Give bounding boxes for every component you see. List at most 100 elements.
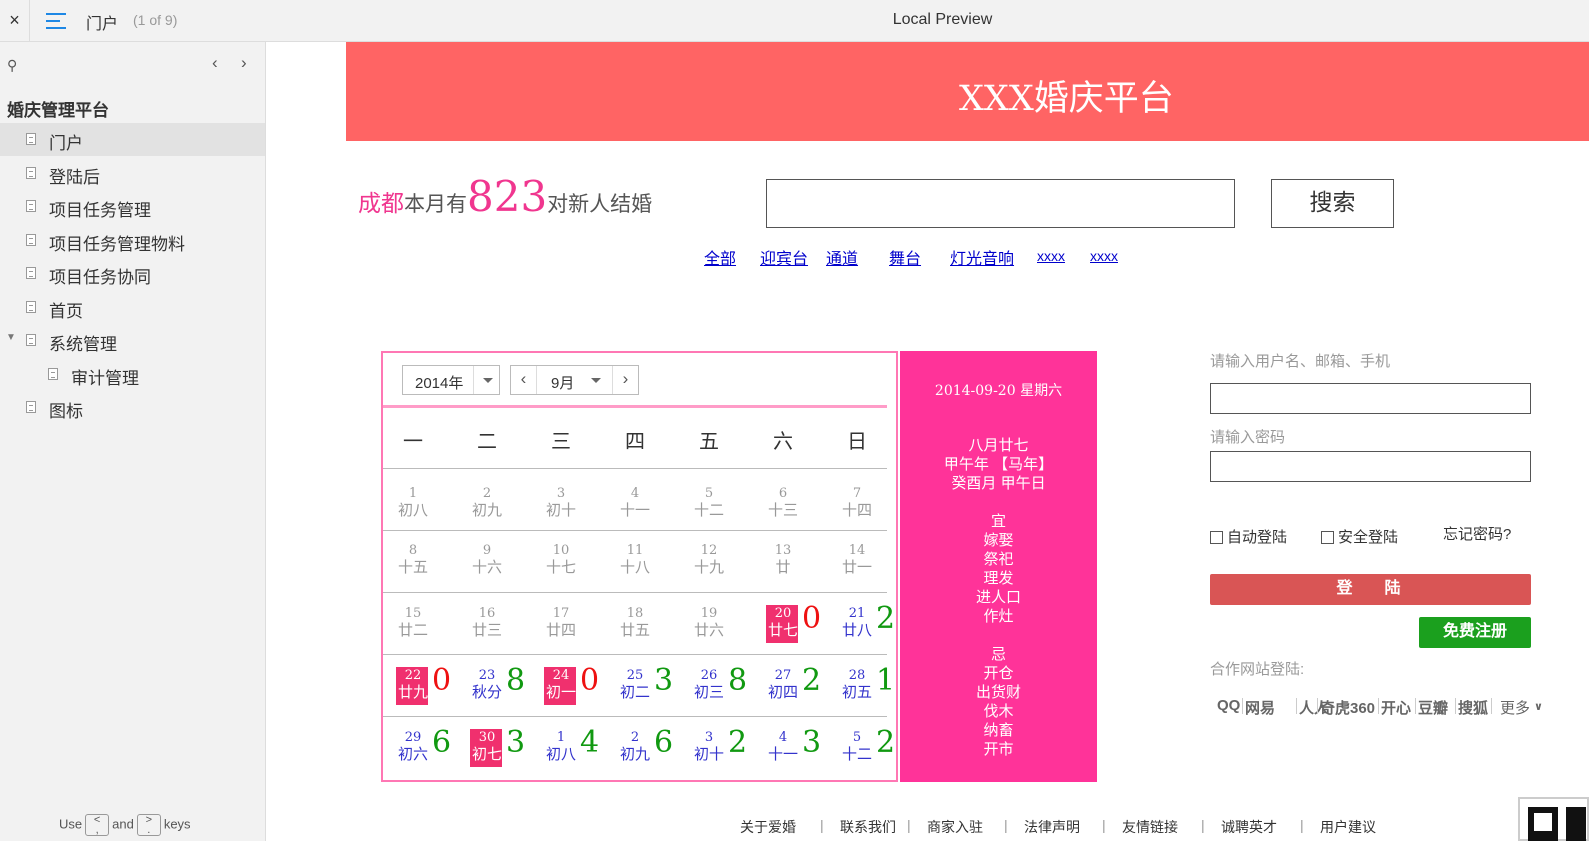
sidebar-item[interactable]: 门户 (0, 123, 265, 156)
prev-page-icon[interactable]: ‹ (212, 53, 218, 73)
calendar-day-cell[interactable]: 11 十八 (618, 541, 692, 599)
partner-link[interactable]: 网易 (1245, 697, 1275, 718)
calendar-day-cell[interactable]: 30 初七 3 (470, 725, 544, 786)
footer-link[interactable]: 用户建议 (1320, 817, 1376, 837)
lunar-day: 初十 (545, 502, 576, 519)
page-icon (26, 401, 36, 413)
sidebar-item[interactable]: ▼ 系统管理 (0, 324, 265, 357)
partner-link[interactable]: 豆瓣 (1418, 697, 1448, 718)
calendar-day-cell[interactable]: 17 廿四 (544, 604, 618, 662)
partner-link[interactable]: 搜狐 (1458, 697, 1488, 718)
calendar-day-cell[interactable]: 15 廿二 (396, 604, 470, 662)
category-link[interactable]: 灯光音响 (950, 245, 1014, 269)
chevron-down-icon[interactable] (591, 378, 601, 383)
sidebar-item[interactable]: 项目任务管理物料 (0, 224, 265, 257)
calendar-day-cell[interactable]: 5 十二 (692, 484, 766, 542)
calendar-day-cell[interactable]: 29 初六 6 (396, 725, 470, 786)
month-select[interactable]: ‹ 9月 › (510, 365, 639, 395)
calendar-day-cell[interactable]: 24 初一 0 (544, 663, 618, 724)
calendar-day-cell[interactable]: 26 初三 8 (692, 663, 766, 724)
auto-login-checkbox[interactable]: 自动登陆 (1210, 526, 1287, 547)
partner-link[interactable]: QQ (1217, 697, 1240, 714)
more-partners-link[interactable]: 更多 (1500, 697, 1530, 718)
calendar-day-cell[interactable]: 18 廿五 (618, 604, 692, 662)
calendar-day-cell[interactable]: 3 初十 (544, 484, 618, 542)
calendar-day-cell[interactable]: 27 初四 2 (766, 663, 840, 724)
calendar-day-cell[interactable]: 3 初十 2 (692, 725, 766, 786)
forgot-password-link[interactable]: 忘记密码? (1443, 523, 1511, 544)
calendar-day-cell[interactable]: 1 初八 4 (544, 725, 618, 786)
year-select[interactable]: 2014年 (402, 365, 500, 395)
chevron-down-icon[interactable] (473, 366, 499, 394)
lunar-day: 初一 (545, 684, 576, 701)
category-link[interactable]: 全部 (704, 245, 736, 269)
lunar-day: 初二 (619, 684, 650, 701)
checkbox-icon[interactable] (1210, 531, 1223, 544)
calendar-day-cell[interactable]: 2 初九 (470, 484, 544, 542)
calendar-day-cell[interactable]: 9 十六 (470, 541, 544, 599)
partner-link[interactable]: 奇虎360 (1320, 697, 1375, 718)
calendar-day-cell[interactable]: 6 十三 (766, 484, 840, 542)
weekday-header: 一 (403, 429, 423, 453)
partner-link[interactable]: 开心 (1381, 697, 1411, 718)
calendar-day-cell[interactable]: 1 初八 (396, 484, 470, 542)
expand-triangle-icon[interactable]: ▼ (6, 332, 16, 343)
footer-link[interactable]: 商家入驻 (927, 817, 983, 837)
category-link[interactable]: 通道 (826, 245, 858, 269)
calendar-day-cell[interactable]: 10 十七 (544, 541, 618, 599)
next-page-icon[interactable]: › (241, 53, 247, 73)
footer-link[interactable]: 友情链接 (1122, 817, 1178, 837)
calendar-day-cell[interactable]: 12 十九 (692, 541, 766, 599)
footer-separator: | (1102, 817, 1106, 833)
login-button[interactable]: 登陆 (1210, 574, 1531, 605)
calendar-day-cell[interactable]: 8 十五 (396, 541, 470, 599)
username-label: 请输入用户名、邮箱、手机 (1210, 353, 1391, 370)
wedding-stat: 成都本月有823对新人结婚 (358, 172, 652, 221)
search-input[interactable] (766, 179, 1235, 228)
calendar-day-cell[interactable]: 16 廿三 (470, 604, 544, 662)
calendar-day-cell[interactable]: 23 秋分 8 (470, 663, 544, 724)
password-input[interactable] (1210, 451, 1531, 482)
sidebar-item[interactable]: 项目任务协同 (0, 257, 265, 290)
calendar-day-cell[interactable]: 20 廿七 0 (766, 601, 840, 662)
category-link[interactable]: 舞台 (889, 245, 921, 269)
almanac-panel: 2014-09-20 星期六 八月廿七 甲午年 【马年】 癸酉月 甲午日宜嫁娶 祭祀理… (900, 351, 1097, 782)
calendar-day-cell[interactable]: 19 廿六 (692, 604, 766, 662)
chevron-down-icon[interactable]: ∨ (1534, 700, 1543, 713)
stat-city[interactable]: 成都 (358, 191, 404, 217)
footer-link[interactable]: 法律声明 (1024, 817, 1080, 837)
calendar-day-cell[interactable]: 22 廿九 0 (396, 663, 470, 724)
category-link[interactable]: xxxx (1037, 248, 1065, 264)
secure-login-checkbox[interactable]: 安全登陆 (1321, 526, 1398, 547)
search-icon[interactable]: ⚲ (7, 57, 17, 74)
register-button[interactable]: 免费注册 (1419, 617, 1531, 648)
booking-count: 3 (506, 725, 526, 760)
sidebar-item[interactable]: 图标 (0, 391, 265, 424)
category-link[interactable]: xxxx (1090, 248, 1118, 264)
page-icon (26, 267, 36, 279)
sidebar-item[interactable]: 首页 (0, 291, 265, 324)
booking-count: 0 (580, 663, 600, 698)
next-month-icon[interactable]: › (612, 366, 638, 394)
username-input[interactable] (1210, 383, 1531, 414)
sidebar-item[interactable]: 审计管理 (0, 358, 265, 391)
day-number: 13 (774, 543, 792, 558)
footer-link[interactable]: 联系我们 (840, 817, 896, 837)
day-number: 6 (778, 486, 788, 501)
category-link[interactable]: 迎宾台 (760, 245, 808, 269)
checkbox-icon[interactable] (1321, 531, 1334, 544)
calendar-day-cell[interactable]: 4 十一 (618, 484, 692, 542)
calendar-day-cell[interactable]: 2 初九 6 (618, 725, 692, 786)
footer-link[interactable]: 关于爱婚 (740, 817, 796, 837)
calendar-day-cell[interactable]: 4 十一 3 (766, 725, 840, 786)
page-icon (26, 133, 36, 145)
sidebar-item[interactable]: 登陆后 (0, 157, 265, 190)
calendar-day-cell[interactable]: 13 廿 (766, 541, 840, 599)
sidebar-item-label: 登陆后 (49, 167, 100, 187)
calendar-day-cell[interactable]: 25 初二 3 (618, 663, 692, 724)
footer-link[interactable]: 诚聘英才 (1221, 817, 1277, 837)
prev-month-icon[interactable]: ‹ (511, 366, 537, 394)
sidebar-item[interactable]: 项目任务管理 (0, 190, 265, 223)
day-number: 23 (478, 668, 496, 683)
day-number: 1 (556, 730, 566, 745)
